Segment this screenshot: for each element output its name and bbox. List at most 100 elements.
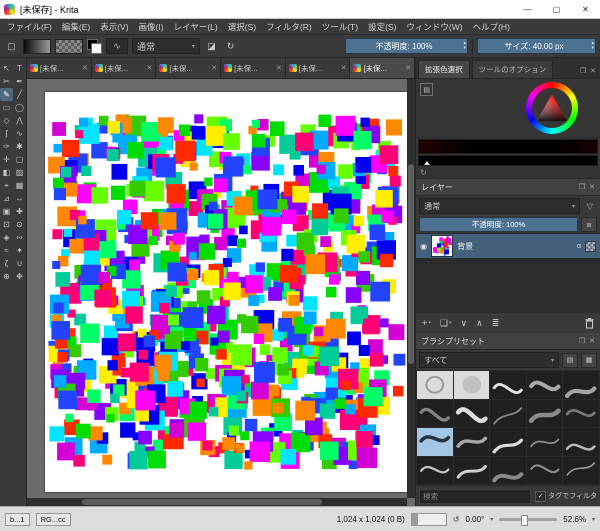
brush-preset[interactable] — [490, 457, 526, 485]
rotation-reset-icon[interactable]: ↺ — [453, 515, 460, 524]
brush-preset[interactable] — [527, 400, 563, 428]
calligraphy-tool[interactable]: ✒ — [13, 75, 26, 88]
spin-down-icon[interactable]: ▾ — [591, 46, 594, 51]
float-dock-icon[interactable]: ❐ — [579, 183, 585, 191]
close-tab-icon[interactable]: ✕ — [405, 64, 411, 72]
alpha-lock-icon[interactable]: α — [577, 243, 581, 250]
reference-images-tool[interactable]: ▣ — [0, 205, 13, 218]
spin-down-icon[interactable]: ▾ — [463, 46, 466, 51]
transform-tool[interactable]: ↖ — [0, 62, 13, 75]
rotation-value[interactable]: 0.00° — [466, 515, 485, 524]
close-tab-icon[interactable]: ✕ — [147, 64, 153, 72]
menu-item[interactable]: ツール(T) — [317, 21, 363, 33]
menu-item[interactable]: 画像(I) — [134, 21, 169, 33]
float-dock-icon[interactable]: ❐ — [579, 337, 585, 345]
tab-tool-options[interactable]: ツールのオプション — [472, 60, 554, 78]
horizontal-scrollbar-thumb[interactable] — [82, 499, 322, 505]
pattern-edit-tool[interactable]: ▦ — [13, 179, 26, 192]
move-layer-down-button[interactable]: ∨ — [461, 318, 468, 329]
menu-item[interactable]: フィルタ(R) — [261, 21, 317, 33]
close-dock-icon[interactable]: ✕ — [590, 67, 596, 75]
vertical-scrollbar[interactable] — [407, 79, 415, 498]
document-tab[interactable]: [未保...✕ — [156, 58, 221, 78]
document-tab[interactable]: [未保...✕ — [350, 58, 415, 78]
shade-selector-strip[interactable] — [418, 139, 598, 154]
layer-row[interactable]: ◉ 背景 α — [416, 234, 600, 258]
brush-preset[interactable] — [417, 457, 453, 485]
gradient-chooser[interactable] — [23, 39, 51, 54]
color-sampler-tool[interactable]: ⌖ — [0, 179, 13, 192]
similar-select-tool[interactable]: ≈ — [0, 244, 13, 257]
blend-mode-dropdown[interactable]: 通常 ▾ — [132, 38, 200, 54]
brush-preset[interactable] — [563, 371, 599, 399]
reload-preset-icon[interactable]: ↻ — [223, 39, 238, 54]
tag-filter-checkbox[interactable]: ✓ — [535, 491, 546, 502]
rect-select-tool[interactable]: ⊡ — [0, 218, 13, 231]
close-tab-icon[interactable]: ✕ — [276, 64, 282, 72]
assistants-tool[interactable]: ⊿ — [0, 192, 13, 205]
eraser-mode-icon[interactable]: ◪ — [204, 39, 219, 54]
menu-item[interactable]: レイヤー(L) — [169, 21, 223, 33]
document-tab[interactable]: [未保...✕ — [92, 58, 157, 78]
menu-item[interactable]: ウィンドウ(W) — [401, 21, 467, 33]
advanced-color-selector[interactable]: ▤ — [416, 79, 600, 138]
refresh-icon[interactable]: ↻ — [420, 168, 427, 177]
layer-options-button[interactable]: ≣ — [581, 217, 597, 232]
menu-item[interactable]: ヘルプ(H) — [468, 21, 515, 33]
menu-item[interactable]: ファイル(F) — [2, 21, 57, 33]
close-tab-icon[interactable]: ✕ — [82, 64, 88, 72]
layer-visibility-icon[interactable]: ◉ — [420, 242, 427, 251]
transform-frame-tool[interactable]: ▢ — [13, 153, 26, 166]
rectangle-tool[interactable]: ▭ — [0, 101, 13, 114]
edit-shapes-tool[interactable]: ✂ — [0, 75, 13, 88]
new-document-icon[interactable]: ▢ — [4, 39, 19, 54]
close-tab-icon[interactable]: ✕ — [341, 64, 347, 72]
dynamic-brush-tool[interactable]: ✑ — [0, 140, 13, 153]
horizontal-scrollbar[interactable] — [27, 498, 407, 506]
zoom-tool[interactable]: ⊕ — [0, 270, 13, 283]
close-button[interactable]: ✕ — [571, 0, 600, 18]
add-layer-button[interactable]: + ▾ — [422, 318, 431, 328]
brush-preset[interactable] — [454, 428, 490, 456]
brush-preset[interactable] — [454, 400, 490, 428]
brush-preset[interactable] — [417, 371, 453, 399]
menu-item[interactable]: 表示(V) — [95, 21, 133, 33]
contiguous-select-tool[interactable]: ✦ — [13, 244, 26, 257]
gradient-tool[interactable]: ▨ — [13, 166, 26, 179]
background-color-swatch[interactable] — [91, 43, 102, 54]
float-dock-icon[interactable]: ❐ — [580, 67, 586, 75]
zoom-slider[interactable] — [499, 518, 557, 521]
brush-preset[interactable] — [563, 457, 599, 485]
value-selector-strip[interactable] — [418, 155, 598, 166]
freehand-path-tool[interactable]: ∿ — [13, 127, 26, 140]
brush-preset[interactable] — [527, 428, 563, 456]
chevron-down-icon[interactable]: ▾ — [490, 516, 493, 523]
magnetic-select-tool[interactable]: ∪ — [13, 257, 26, 270]
chevron-down-icon[interactable]: ▾ — [592, 516, 595, 523]
layer-blend-mode-dropdown[interactable]: 通常 ▾ — [419, 198, 580, 214]
preset-tag-dropdown[interactable]: すべて ▾ — [419, 352, 559, 368]
smart-patch-tool[interactable]: ✚ — [13, 205, 26, 218]
brush-preset[interactable] — [490, 400, 526, 428]
pan-tool[interactable]: ✥ — [13, 270, 26, 283]
brush-preset[interactable] — [454, 457, 490, 485]
view-grid-icon[interactable]: ▦ — [581, 353, 597, 368]
text-tool[interactable]: T — [13, 62, 26, 75]
multibrush-tool[interactable]: ✱ — [13, 140, 26, 153]
spinner-icon[interactable]: ▴ ▾ — [463, 40, 466, 52]
brush-size-slider[interactable]: サイズ: 40.00 px ▴ ▾ — [477, 38, 596, 54]
spinner-icon[interactable]: ▴ ▾ — [591, 40, 594, 52]
document-tab[interactable]: [未保...✕ — [221, 58, 286, 78]
maximize-button[interactable]: ▢ — [542, 0, 571, 18]
preset-search-input[interactable] — [419, 489, 531, 504]
brush-preset[interactable] — [490, 428, 526, 456]
brush-preset-chooser[interactable]: ∿ — [106, 38, 128, 54]
inherit-alpha-icon[interactable] — [585, 241, 596, 252]
polygon-select-tool[interactable]: ◈ — [0, 231, 13, 244]
brush-preset[interactable] — [454, 371, 490, 399]
brush-preset[interactable] — [563, 428, 599, 456]
bezier-select-tool[interactable]: ζ — [0, 257, 13, 270]
close-dock-icon[interactable]: ✕ — [589, 183, 595, 191]
tab-advanced-color-selector[interactable]: 拡張色選択 — [418, 60, 470, 78]
document-tab[interactable]: [未保...✕ — [286, 58, 351, 78]
